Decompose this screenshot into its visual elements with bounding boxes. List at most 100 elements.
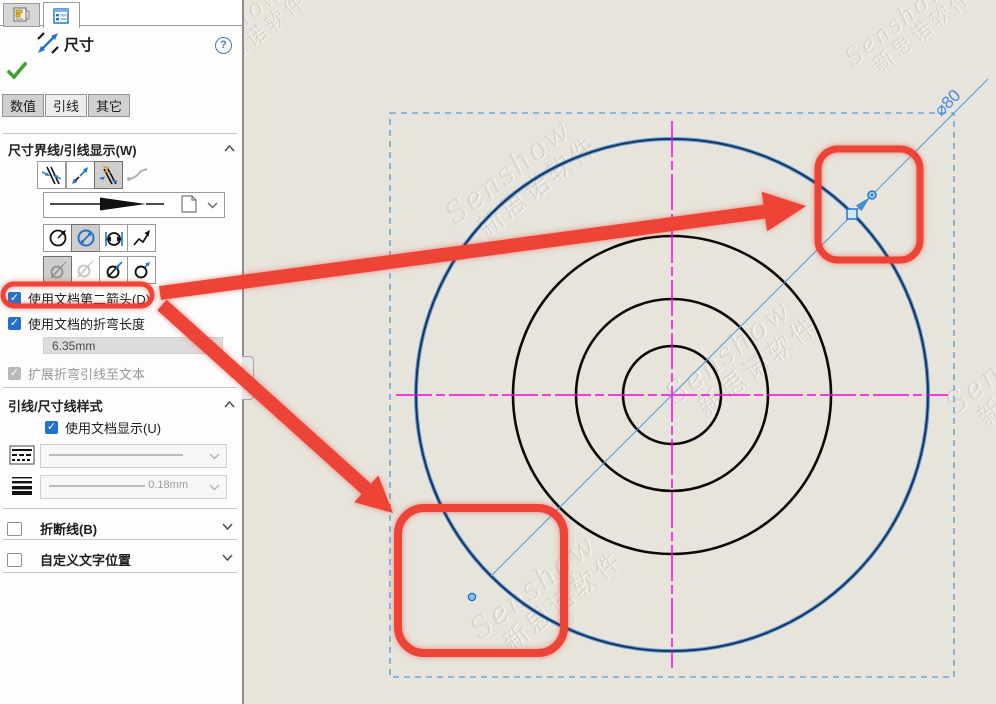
tab-configuration-list[interactable]	[43, 2, 80, 28]
arrows-outside-icon	[71, 166, 90, 185]
line-style-icon	[7, 443, 37, 467]
line-thickness-icon	[7, 473, 37, 497]
circle-2[interactable]	[513, 236, 831, 554]
tab-property-manager[interactable]	[3, 3, 40, 27]
separator	[3, 539, 237, 540]
custom-text-position-group[interactable]: 自定义文字位置	[7, 550, 131, 569]
diameter-arrow-out-button[interactable]	[127, 256, 156, 284]
tab-value[interactable]: 数值	[2, 94, 44, 117]
handle-dot	[871, 194, 873, 196]
bent-leader-icon	[125, 165, 151, 183]
property-manager-icon	[13, 7, 30, 23]
expand-chevron-down-icon[interactable]	[221, 553, 234, 562]
circle-4[interactable]	[623, 346, 721, 444]
checkbox-label: 使用文档的折弯长度	[28, 314, 145, 333]
dimension-text[interactable]: ⌀80	[930, 86, 964, 120]
checkbox-unchecked[interactable]	[7, 522, 22, 536]
thickness-value: 0.18mm	[148, 479, 188, 491]
linear-leader-icon	[104, 228, 124, 248]
separator	[3, 387, 237, 388]
chevron-down-icon	[207, 201, 218, 209]
second-arrow-handle[interactable]	[468, 593, 475, 600]
watermark: Senshow新思诺软件	[465, 521, 629, 667]
checkbox-checked[interactable]: ✓	[8, 292, 21, 305]
checkbox-checked[interactable]: ✓	[8, 317, 21, 330]
circle-3[interactable]	[576, 299, 768, 491]
arrows-inside-icon	[42, 166, 61, 185]
use-document-bend-length-row[interactable]: ✓ 使用文档的折弯长度	[8, 314, 145, 333]
bend-length-field[interactable]: 6.35mm	[43, 337, 223, 354]
arrow-style-dropdown[interactable]	[43, 192, 225, 218]
use-document-display-row[interactable]: ✓ 使用文档显示(U)	[45, 418, 161, 437]
checkbox-label: 扩展折弯引线至文本	[28, 364, 145, 383]
dimension-square-handle[interactable]	[847, 209, 857, 219]
watermark: Senshow新思诺软件	[440, 106, 604, 252]
diameter-arrow-in-icon	[104, 260, 124, 280]
jogged-leader-button[interactable]	[127, 224, 156, 252]
use-document-second-arrow-row[interactable]: ✓ 使用文档第二箭头(D)	[8, 289, 150, 308]
radial-leader-icon	[48, 228, 68, 248]
help-icon[interactable]: ?	[215, 37, 232, 54]
diameter-arrow-out-icon	[132, 260, 152, 280]
tab-other[interactable]: 其它	[88, 94, 130, 117]
linear-leader-button[interactable]	[99, 224, 128, 252]
extend-bent-leader-row: ✓ 扩展折弯引线至文本	[8, 364, 145, 383]
annotation-highlight-arrow-area	[818, 149, 920, 260]
dimension-line[interactable]	[491, 79, 988, 576]
style-section-title: 引线/尺寸线样式	[8, 396, 103, 415]
property-manager-panel: 尺寸 ? 数值 引线 其它 尺寸界线/引线显示(W)	[0, 0, 242, 704]
checkbox-label: 使用文档显示(U)	[65, 418, 161, 437]
separator	[3, 508, 237, 509]
arrows-outside-button[interactable]	[66, 161, 95, 189]
checkbox-checked[interactable]: ✓	[45, 421, 58, 434]
annotation-highlight-second-arrow-area	[398, 508, 564, 653]
panel-title: 尺寸	[64, 34, 94, 55]
dimension-arrowhead[interactable]	[856, 197, 870, 211]
dimension-circle-handle[interactable]	[868, 191, 876, 199]
break-line-group[interactable]: 折断线(B)	[7, 519, 97, 538]
diameter-disabled-icon	[72, 256, 98, 282]
checkbox-checked-disabled: ✓	[8, 367, 21, 380]
document-icon	[182, 196, 196, 212]
bend-length-value: 6.35mm	[52, 339, 95, 353]
chevron-down-icon	[209, 483, 220, 491]
arrow-style-preview	[44, 193, 222, 215]
diameter-symbol-button-1[interactable]	[43, 256, 72, 284]
annotation-arrow-1	[159, 192, 806, 300]
radial-leader-button[interactable]	[43, 224, 72, 252]
selection-bounding-box	[390, 113, 954, 677]
line-thickness-dropdown: 0.18mm	[40, 475, 227, 499]
diameter-gray-icon	[48, 260, 68, 280]
panel-tabs: 数值 引线 其它	[2, 94, 131, 117]
line-style-dropdown	[40, 444, 227, 468]
watermark: Senshow新思诺软件	[660, 286, 824, 432]
checkbox-label: 使用文档第二箭头(D)	[28, 289, 150, 308]
tab-leaders[interactable]: 引线	[45, 94, 87, 117]
watermark: Senshow新思诺软件	[840, 0, 977, 88]
arrows-smart-icon	[99, 166, 118, 185]
diameter-leader-button[interactable]	[71, 224, 100, 252]
outer-circle-highlight[interactable]	[416, 139, 928, 651]
outer-circle[interactable]	[416, 139, 928, 651]
expand-chevron-down-icon[interactable]	[221, 522, 234, 531]
checkbox-unchecked[interactable]	[7, 553, 22, 567]
ok-check-icon[interactable]	[7, 61, 27, 81]
diameter-leader-icon	[76, 228, 96, 248]
diameter-arrow-in-button[interactable]	[99, 256, 128, 284]
jogged-leader-icon	[132, 228, 152, 248]
panel-grip[interactable]	[242, 356, 254, 400]
witness-section-title: 尺寸界线/引线显示(W)	[8, 140, 137, 159]
arrows-inside-button[interactable]	[37, 161, 66, 189]
collapse-chevron-up-icon[interactable]	[223, 400, 236, 409]
watermark: Senshow新思诺软件	[940, 296, 996, 442]
list-icon	[53, 8, 70, 24]
panel-divider[interactable]	[242, 0, 244, 704]
dimension-icon	[36, 31, 60, 55]
collapse-chevron-up-icon[interactable]	[223, 144, 236, 153]
group-label: 折断线(B)	[40, 519, 97, 538]
group-label: 自定义文字位置	[40, 550, 131, 569]
separator	[3, 572, 237, 573]
arrows-smart-button[interactable]	[94, 161, 123, 189]
chevron-down-icon	[209, 452, 220, 460]
separator	[3, 133, 237, 134]
